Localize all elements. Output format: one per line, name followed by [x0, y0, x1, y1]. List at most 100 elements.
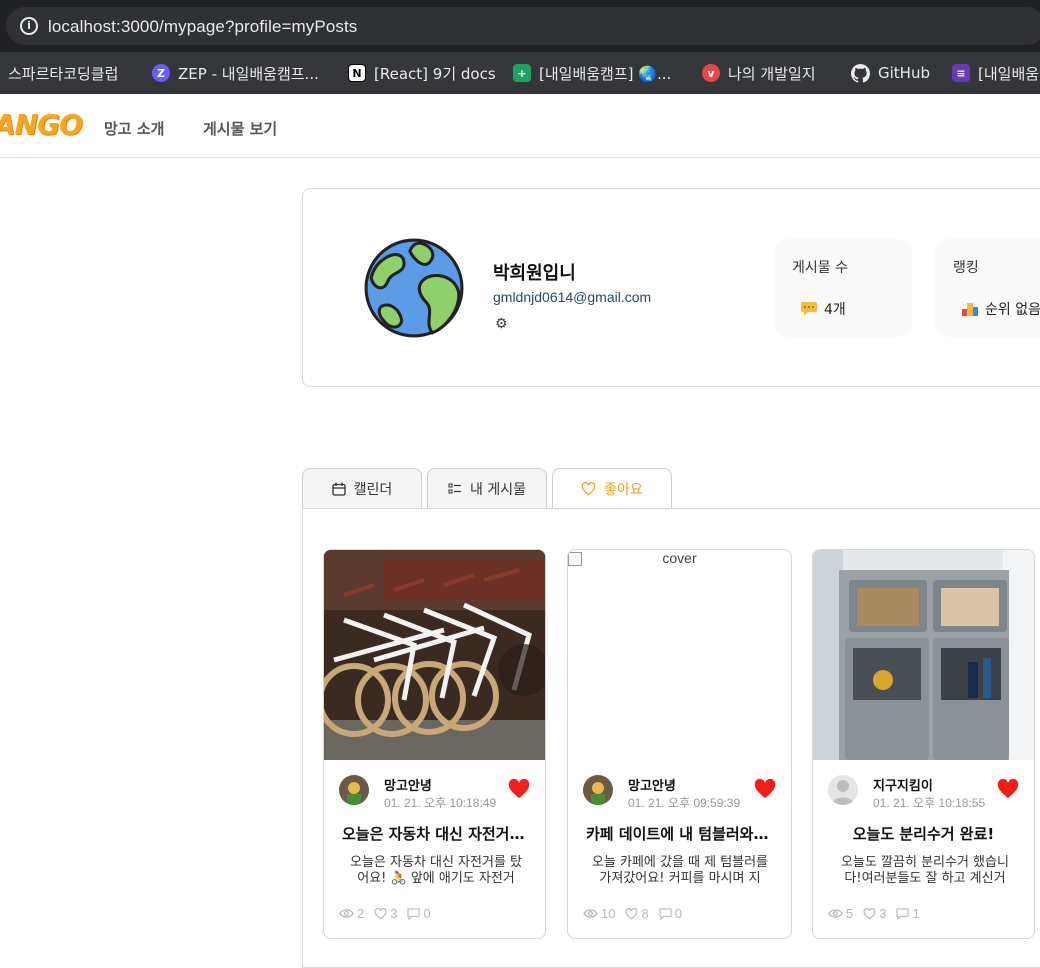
bookmark-label: ZEP - 내일배움캠프... [178, 64, 319, 83]
comment-icon [407, 907, 421, 920]
browser-url-bar: i localhost:3000/mypage?profile=myPosts [0, 0, 1040, 52]
bookmark-sparta[interactable]: 스파르타코딩클럽 [8, 63, 118, 83]
zep-icon: Z [152, 64, 170, 82]
post-cover-image [813, 550, 1034, 760]
cover-alt-text: cover [662, 550, 697, 566]
likes-metric: 3 [374, 906, 397, 921]
author-avatar[interactable] [583, 775, 613, 805]
likes-count: 3 [390, 906, 398, 921]
bookmark-label: [React] 9기 docs [374, 64, 496, 83]
likes-metric: 3 [863, 906, 886, 921]
post-card[interactable]: cover 망고안녕 01. 21. 오후 09:59:39 카페 데이트에 내… [567, 549, 792, 939]
bookmark-label: GitHub [878, 64, 930, 82]
logo[interactable]: ANGO [0, 108, 83, 141]
views-count: 10 [601, 906, 616, 921]
author-avatar[interactable] [828, 775, 858, 805]
post-cover-image: cover [568, 550, 791, 760]
nav-posts[interactable]: 게시물 보기 [203, 118, 277, 139]
profile-name: 박희원입니 [493, 263, 576, 284]
sheets-icon: + [513, 64, 531, 82]
profile-email: gmldnjd0614@gmail.com [493, 289, 652, 305]
tab-label: 캘린더 [353, 481, 393, 498]
bookmark-dev-log[interactable]: v 나의 개발일지 [702, 63, 816, 83]
heart-filled-icon[interactable] [508, 778, 530, 800]
stat-label: 랭킹 [953, 260, 979, 276]
post-time: 01. 21. 오후 09:59:39 [628, 796, 741, 810]
bookmark-label: [내일배움캠프] 🌏... [539, 64, 672, 83]
views-count: 5 [846, 906, 854, 921]
views-metric: 2 [339, 906, 364, 921]
heart-outline-icon [863, 907, 876, 920]
likes-count: 3 [879, 906, 887, 921]
post-time: 01. 21. 오후 10:18:49 [384, 796, 497, 810]
url-text[interactable]: localhost:3000/mypage?profile=myPosts [48, 17, 357, 37]
comments-count: 1 [912, 906, 920, 921]
forms-icon: ≡ [952, 64, 970, 82]
bookmark-label: 스파르타코딩클럽 [8, 64, 119, 83]
post-metrics: 5 3 1 [828, 906, 920, 921]
tab-likes[interactable]: 좋아요 [552, 468, 672, 508]
stat-ranking: 랭킹 순위 없음 [935, 239, 1040, 337]
post-title[interactable]: 오늘도 분리수거 완료! [813, 823, 1034, 844]
bookmark-zep[interactable]: Z ZEP - 내일배움캠프... [152, 63, 319, 83]
list-icon [448, 483, 461, 493]
author-name[interactable]: 지구지킴이 [873, 775, 933, 794]
views-count: 2 [357, 906, 365, 921]
app-header: ANGO 망고 소개 게시물 보기 [0, 94, 1040, 158]
heart-filled-icon[interactable] [754, 778, 776, 800]
post-time: 01. 21. 오후 10:18:55 [873, 796, 986, 810]
heart-filled-icon[interactable] [997, 778, 1019, 800]
bookmark-react-docs[interactable]: N [React] 9기 docs [348, 63, 496, 83]
eye-icon [583, 909, 598, 918]
views-metric: 5 [828, 906, 853, 921]
notion-icon: N [348, 64, 366, 82]
ranking-icon [962, 303, 978, 316]
comments-count: 0 [423, 906, 431, 921]
post-cover-image [324, 550, 545, 760]
post-body: 오늘 카페에 갔을 때 제 텀블러를 가져갔어요! 커피를 마시며 지구... [591, 855, 769, 886]
likes-count: 8 [641, 906, 649, 921]
bookmark-camp-form[interactable]: ≡ [내일배움 [952, 63, 1039, 83]
eye-icon [339, 909, 354, 918]
stat-value: 순위 없음 [961, 299, 1040, 319]
message-icon [801, 302, 817, 316]
comment-icon [896, 907, 910, 920]
info-icon[interactable]: i [20, 17, 38, 35]
post-metrics: 10 8 0 [583, 906, 682, 921]
post-title[interactable]: 카페 데이트에 내 텀블러와 ... [568, 823, 791, 844]
nav-about[interactable]: 망고 소개 [104, 118, 164, 139]
tab-my-posts[interactable]: 내 게시물 [427, 468, 547, 508]
settings-gear-icon[interactable]: ⚙ [495, 316, 508, 332]
stat-post-count: 게시물 수 4개 [774, 239, 912, 337]
post-card[interactable]: 망고안녕 01. 21. 오후 10:18:49 오늘은 자동차 대신 자전거 … [323, 549, 546, 939]
github-icon [851, 63, 870, 83]
post-title[interactable]: 오늘은 자동차 대신 자전거 ... [324, 823, 545, 844]
author-name[interactable]: 망고안녕 [628, 775, 676, 794]
stat-value: 4개 [800, 299, 846, 319]
post-metrics: 2 3 0 [339, 906, 431, 921]
bookmark-github[interactable]: GitHub [851, 63, 930, 83]
heart-outline-icon [625, 907, 638, 920]
tab-calendar[interactable]: 캘린더 [302, 468, 422, 508]
stat-label: 게시물 수 [792, 260, 848, 276]
post-body: 오늘은 자동차 대신 자전거를 탔어요! 🚴 앞에 애기도 자전거 타... [349, 855, 522, 886]
tab-label: 좋아요 [604, 481, 643, 498]
comments-metric: 0 [659, 906, 682, 921]
bookmark-label: 나의 개발일지 [728, 64, 816, 83]
author-name[interactable]: 망고안녕 [384, 775, 432, 794]
bookmark-label: [내일배움 [978, 64, 1040, 83]
comments-count: 0 [674, 906, 682, 921]
default-avatar-icon [828, 775, 858, 805]
comments-metric: 1 [896, 906, 920, 921]
post-card[interactable]: 지구지킴이 01. 21. 오후 10:18:55 오늘도 분리수거 완료! 오… [812, 549, 1035, 939]
ranking-value: 순위 없음 [985, 302, 1040, 318]
bookmarks-bar: 스파르타코딩클럽 Z ZEP - 내일배움캠프... N [React] 9기 … [0, 52, 1040, 94]
heart-outline-icon [374, 907, 387, 920]
author-avatar[interactable] [339, 775, 369, 805]
bookmark-camp-sheet[interactable]: + [내일배움캠프] 🌏... [513, 63, 671, 83]
address-field[interactable]: i localhost:3000/mypage?profile=myPosts [6, 7, 1040, 45]
heart-outline-icon [581, 481, 596, 495]
profile-card: 박희원입니 gmldnjd0614@gmail.com ⚙ 게시물 수 4개 랭… [302, 188, 1040, 387]
views-metric: 10 [583, 906, 615, 921]
comment-icon [659, 907, 672, 920]
